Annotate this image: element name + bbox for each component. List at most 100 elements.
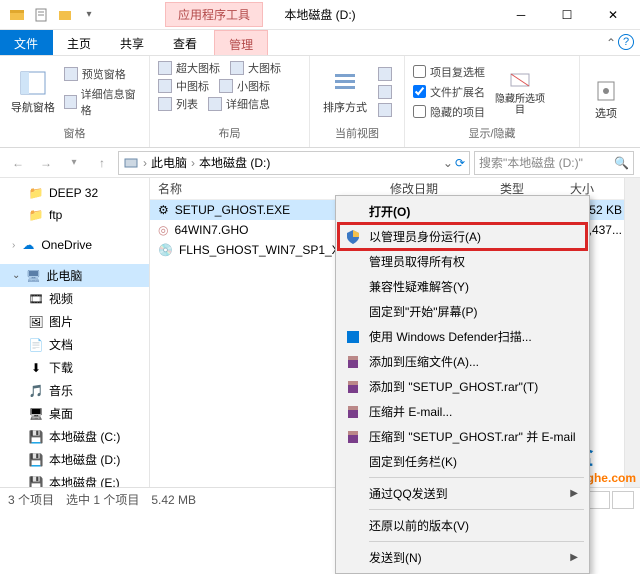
groupby-button[interactable] (378, 67, 392, 81)
checkbox-file-extensions[interactable]: 文件扩展名 (413, 84, 485, 100)
sort-button[interactable]: 排序方式 (318, 69, 372, 115)
folder-icon: 📁 (28, 207, 44, 223)
gho-icon: ◎ (158, 223, 168, 237)
tab-home[interactable]: 主页 (53, 30, 106, 55)
navigation-pane-button[interactable]: 导航窗格 (8, 69, 58, 115)
music-icon: 🎵 (28, 383, 44, 399)
qat-dropdown-icon[interactable]: ▾ (78, 4, 100, 26)
details-pane-button[interactable]: 详细信息窗格 (64, 86, 141, 118)
tree-onedrive[interactable]: ›☁OneDrive (0, 234, 149, 256)
submenu-arrow-icon: ▶ (570, 488, 578, 499)
rar-icon (345, 354, 361, 370)
layout-details[interactable]: 详细信息 (208, 96, 270, 112)
group-view-label: 当前视图 (318, 123, 396, 143)
up-button[interactable]: ↑ (90, 151, 114, 175)
layout-sm-icons[interactable]: 小图标 (219, 78, 270, 94)
back-button[interactable]: ← (6, 151, 30, 175)
tree-drive-e[interactable]: 💾本地磁盘 (E:) (0, 471, 149, 488)
layout-lg-icons[interactable]: 大图标 (230, 60, 281, 76)
tree-downloads[interactable]: ⬇下载 (0, 356, 149, 379)
tab-manage[interactable]: 管理 (214, 30, 268, 55)
forward-button[interactable]: → (34, 151, 58, 175)
menu-open[interactable]: 打开(O) (339, 199, 586, 224)
menu-qq-send[interactable]: 通过QQ发送到▶ (339, 481, 586, 506)
close-button[interactable]: ✕ (590, 1, 636, 29)
search-input[interactable]: 搜索"本地磁盘 (D:)" 🔍 (474, 151, 634, 175)
sizecols-button[interactable] (378, 103, 392, 117)
title-bar: ▾ 应用程序工具 本地磁盘 (D:) ─ ☐ ✕ (0, 0, 640, 30)
hide-label: 隐藏所选项目 (493, 94, 547, 116)
addcolumns-button[interactable] (378, 85, 392, 99)
tree-deep32[interactable]: 📁DEEP 32 (0, 182, 149, 204)
layout-list[interactable]: 列表 (158, 96, 198, 112)
breadcrumb[interactable]: › 此电脑 › 本地磁盘 (D:) ⌄ ⟳ (118, 151, 470, 175)
status-size: 5.42 MB (151, 493, 196, 507)
view-large-button[interactable] (612, 491, 634, 509)
ribbon: 导航窗格 预览窗格 详细信息窗格 窗格 超大图标 大图标 中图标 小图标 列表 … (0, 56, 640, 148)
tab-share[interactable]: 共享 (106, 30, 159, 55)
tree-pictures[interactable]: 🖼图片 (0, 310, 149, 333)
new-folder-icon[interactable] (54, 4, 76, 26)
group-showhide-label: 显示/隐藏 (413, 123, 571, 143)
hide-selected-button[interactable]: 隐藏所选项目 (493, 68, 547, 116)
refresh-button[interactable]: ⟳ (455, 156, 465, 170)
ribbon-collapse-button[interactable]: ⌃ (606, 36, 616, 50)
address-dropdown[interactable]: ⌄ (443, 156, 453, 170)
desktop-icon: 🖥 (28, 406, 44, 422)
menu-pin-taskbar[interactable]: 固定到任务栏(K) (339, 449, 586, 474)
nav-pane-label: 导航窗格 (11, 99, 55, 115)
tab-file[interactable]: 文件 (0, 30, 53, 55)
preview-pane-button[interactable]: 预览窗格 (64, 66, 141, 82)
tree-thispc[interactable]: ⌄🖥此电脑 (0, 264, 149, 287)
maximize-button[interactable]: ☐ (544, 1, 590, 29)
menu-rar-email[interactable]: 压缩到 "SETUP_GHOST.rar" 并 E-mail (339, 424, 586, 449)
menu-compress-email[interactable]: 压缩并 E-mail... (339, 399, 586, 424)
onedrive-icon: ☁ (20, 237, 36, 253)
checkbox-hidden-items[interactable]: 隐藏的项目 (413, 104, 485, 120)
tab-view[interactable]: 查看 (159, 30, 212, 55)
contextual-tab-label: 应用程序工具 (165, 2, 263, 27)
tree-ftp[interactable]: 📁ftp (0, 204, 149, 226)
tree-music[interactable]: 🎵音乐 (0, 379, 149, 402)
drive-icon (123, 155, 139, 171)
address-bar: ← → ▾ ↑ › 此电脑 › 本地磁盘 (D:) ⌄ ⟳ 搜索"本地磁盘 (D… (0, 148, 640, 178)
menu-compatibility[interactable]: 兼容性疑难解答(Y) (339, 274, 586, 299)
properties-icon[interactable] (30, 4, 52, 26)
minimize-button[interactable]: ─ (498, 1, 544, 29)
checkbox-item-checkboxes[interactable]: 项目复选框 (413, 64, 485, 80)
tree-documents[interactable]: 📄文档 (0, 333, 149, 356)
history-dropdown[interactable]: ▾ (62, 151, 86, 175)
menu-sendto[interactable]: 发送到(N)▶ (339, 545, 586, 570)
menu-separator (369, 541, 584, 542)
options-button[interactable]: 选项 (588, 79, 624, 121)
navigation-tree[interactable]: 📁DEEP 32 📁ftp ›☁OneDrive ⌄🖥此电脑 🎞视频 🖼图片 📄… (0, 178, 150, 488)
menu-run-as-admin[interactable]: 以管理员身份运行(A) (339, 224, 586, 249)
tree-drive-d[interactable]: 💾本地磁盘 (D:) (0, 448, 149, 471)
ribbon-tabs: 文件 主页 共享 查看 管理 ⌃ ? (0, 30, 640, 56)
menu-restore-versions[interactable]: 还原以前的版本(V) (339, 513, 586, 538)
tree-desktop[interactable]: 🖥桌面 (0, 402, 149, 425)
status-selected: 选中 1 个项目 (66, 491, 139, 508)
menu-defender-scan[interactable]: 使用 Windows Defender扫描... (339, 324, 586, 349)
window-title: 本地磁盘 (D:) (284, 6, 355, 23)
layout-xl-icons[interactable]: 超大图标 (158, 60, 220, 76)
help-button[interactable]: ? (618, 34, 634, 50)
menu-add-rar[interactable]: 添加到 "SETUP_GHOST.rar"(T) (339, 374, 586, 399)
submenu-arrow-icon: ▶ (570, 552, 578, 563)
menu-pin-start[interactable]: 固定到"开始"屏幕(P) (339, 299, 586, 324)
crumb-thispc[interactable]: 此电脑 (151, 154, 187, 171)
shield-icon (345, 229, 361, 245)
menu-add-archive[interactable]: 添加到压缩文件(A)... (339, 349, 586, 374)
drive-icon: 💾 (28, 475, 44, 489)
explorer-icon[interactable] (6, 4, 28, 26)
drive-icon: 💾 (28, 452, 44, 468)
menu-take-ownership[interactable]: 管理员取得所有权 (339, 249, 586, 274)
view-details-button[interactable] (588, 491, 610, 509)
downloads-icon: ⬇ (28, 360, 44, 376)
layout-md-icons[interactable]: 中图标 (158, 78, 209, 94)
crumb-drive[interactable]: 本地磁盘 (D:) (199, 154, 270, 171)
tree-drive-c[interactable]: 💾本地磁盘 (C:) (0, 425, 149, 448)
videos-icon: 🎞 (28, 291, 44, 307)
pc-icon: 🖥 (25, 268, 41, 284)
tree-videos[interactable]: 🎞视频 (0, 287, 149, 310)
